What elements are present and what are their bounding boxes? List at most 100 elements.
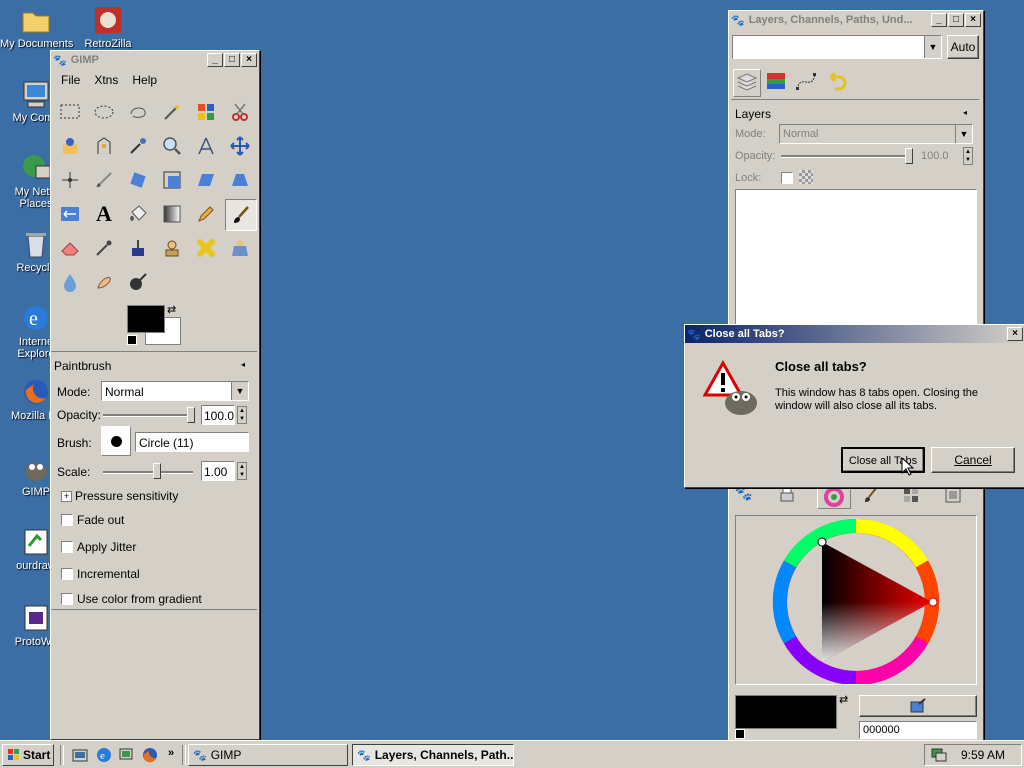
layer-opacity-spinner[interactable]: ▲ ▼: [963, 147, 973, 165]
close-button[interactable]: ×: [965, 13, 981, 27]
layer-opacity-slider-track[interactable]: [781, 155, 911, 158]
tab-wilber[interactable]: 🐾: [735, 485, 765, 509]
align-tool[interactable]: [55, 165, 85, 195]
opacity-slider-handle[interactable]: [187, 407, 195, 423]
zoom-tool[interactable]: [157, 131, 187, 161]
minimize-button[interactable]: _: [207, 53, 223, 67]
scale-tool[interactable]: [157, 165, 187, 195]
swap-colors-icon[interactable]: ⇄: [839, 693, 848, 706]
menu-file[interactable]: File: [61, 73, 80, 87]
maximize-button[interactable]: □: [948, 13, 964, 27]
network-tray-icon[interactable]: [931, 748, 947, 762]
lasso-tool[interactable]: [123, 97, 153, 127]
minimize-button[interactable]: _: [931, 13, 947, 27]
shear-tool[interactable]: [191, 165, 221, 195]
apply-jitter-checkbox[interactable]: [61, 541, 73, 553]
auto-button[interactable]: Auto: [947, 35, 979, 59]
flip-tool[interactable]: [55, 199, 85, 229]
foreground-color-swatch-top[interactable]: [127, 305, 165, 333]
scale-slider-handle[interactable]: [153, 463, 162, 479]
layers-list[interactable]: [735, 189, 977, 325]
color-wheel-area[interactable]: [735, 515, 977, 686]
hex-color-input[interactable]: 000000: [859, 721, 977, 739]
tab-printer[interactable]: [777, 485, 807, 509]
taskbar-item-gimp[interactable]: 🐾 GIMP: [188, 744, 348, 766]
clone-tool[interactable]: [157, 233, 187, 263]
mode-dropdown[interactable]: Normal ▼: [101, 381, 249, 401]
ink-tool[interactable]: [123, 233, 153, 263]
blend-tool[interactable]: [157, 199, 187, 229]
airbrush-tool[interactable]: [89, 233, 119, 263]
layers-dock-titlebar[interactable]: 🐾 Layers, Channels, Paths, Und... _ □ ×: [729, 11, 983, 29]
blur-sharpen-tool[interactable]: [55, 267, 85, 297]
use-color-from-gradient-label[interactable]: Use color from gradient: [77, 592, 202, 606]
scale-spinner[interactable]: ▲ ▼: [237, 462, 247, 480]
paths-tool[interactable]: [89, 131, 119, 161]
tab-layers[interactable]: [733, 69, 761, 97]
layer-mode-dropdown[interactable]: Normal ▼: [779, 124, 973, 144]
rotate-tool[interactable]: [123, 165, 153, 195]
menu-xtns[interactable]: Xtns: [94, 73, 118, 87]
color-picker-button[interactable]: [859, 695, 977, 717]
close-button[interactable]: ×: [1007, 327, 1023, 341]
start-button[interactable]: Start: [2, 744, 54, 766]
select-by-color-tool[interactable]: [191, 97, 221, 127]
incremental-checkbox[interactable]: [61, 568, 73, 580]
scissors-tool[interactable]: [225, 97, 255, 127]
swap-colors-icon[interactable]: ⇄: [167, 303, 176, 316]
brush-preview-button[interactable]: [101, 426, 131, 456]
paintbrush-tool[interactable]: [225, 199, 257, 231]
network-quicklaunch-icon[interactable]: [118, 747, 136, 765]
perspective-clone-tool[interactable]: [225, 233, 255, 263]
tab-paths[interactable]: [793, 69, 821, 97]
menu-help[interactable]: Help: [132, 73, 157, 87]
dodge-burn-tool[interactable]: [123, 267, 153, 297]
dialog-titlebar[interactable]: 🐾 Close all Tabs? ×: [685, 325, 1024, 343]
firefox-quicklaunch-icon[interactable]: [142, 747, 160, 765]
opacity-spinner[interactable]: ▲ ▼: [237, 406, 247, 424]
fg-color-preview[interactable]: [735, 695, 837, 729]
smudge-tool[interactable]: [89, 267, 119, 297]
brush-name-field[interactable]: Circle (11): [135, 432, 249, 452]
heal-tool[interactable]: [191, 233, 221, 263]
scale-input[interactable]: 1.00: [201, 461, 235, 481]
pencil-tool[interactable]: [191, 199, 221, 229]
default-colors-icon[interactable]: [127, 335, 137, 345]
tab-channels[interactable]: [763, 69, 791, 97]
taskbar-item-layers[interactable]: 🐾 Layers, Channels, Path...: [352, 744, 514, 766]
opacity-slider-track[interactable]: [103, 414, 195, 417]
bucket-fill-tool[interactable]: [123, 199, 153, 229]
eraser-tool[interactable]: [55, 233, 85, 263]
expand-plus-icon[interactable]: +: [61, 491, 72, 502]
tab-menu-arrow-icon[interactable]: ◂: [237, 359, 249, 371]
tab-colors[interactable]: [817, 485, 851, 509]
foreground-select-tool[interactable]: [55, 131, 85, 161]
color-picker-tool[interactable]: [123, 131, 153, 161]
tab-brushes[interactable]: [861, 485, 891, 509]
cancel-button[interactable]: Cancel: [931, 447, 1015, 473]
internet-explorer-quicklaunch-icon[interactable]: e: [96, 747, 114, 765]
crop-tool[interactable]: [89, 165, 119, 195]
close-button[interactable]: ×: [241, 53, 257, 67]
desktop-icon-my-documents[interactable]: My Documents: [0, 4, 73, 50]
tab-patterns[interactable]: [901, 485, 931, 509]
ellipse-select-tool[interactable]: [89, 97, 119, 127]
layer-opacity-slider-handle[interactable]: [905, 148, 913, 164]
show-desktop-icon[interactable]: [72, 747, 90, 765]
measure-tool[interactable]: [191, 131, 221, 161]
use-color-from-gradient-checkbox[interactable]: [61, 593, 73, 605]
default-colors-icon[interactable]: [735, 729, 745, 739]
rect-select-tool[interactable]: [55, 97, 85, 127]
fade-out-label[interactable]: Fade out: [77, 513, 124, 527]
tab-undo-history[interactable]: [823, 69, 851, 97]
incremental-label[interactable]: Incremental: [77, 567, 140, 581]
pressure-sensitivity-label[interactable]: Pressure sensitivity: [75, 489, 178, 503]
opacity-input[interactable]: 100.0: [201, 405, 235, 425]
chevron-right-icon[interactable]: »: [168, 747, 174, 759]
scale-slider-track[interactable]: [103, 471, 193, 474]
magic-wand-tool[interactable]: [157, 97, 187, 127]
lock-alpha-checkbox[interactable]: [781, 172, 793, 184]
apply-jitter-label[interactable]: Apply Jitter: [77, 540, 136, 554]
tab-gradients[interactable]: [943, 485, 973, 509]
perspective-tool[interactable]: [225, 165, 255, 195]
